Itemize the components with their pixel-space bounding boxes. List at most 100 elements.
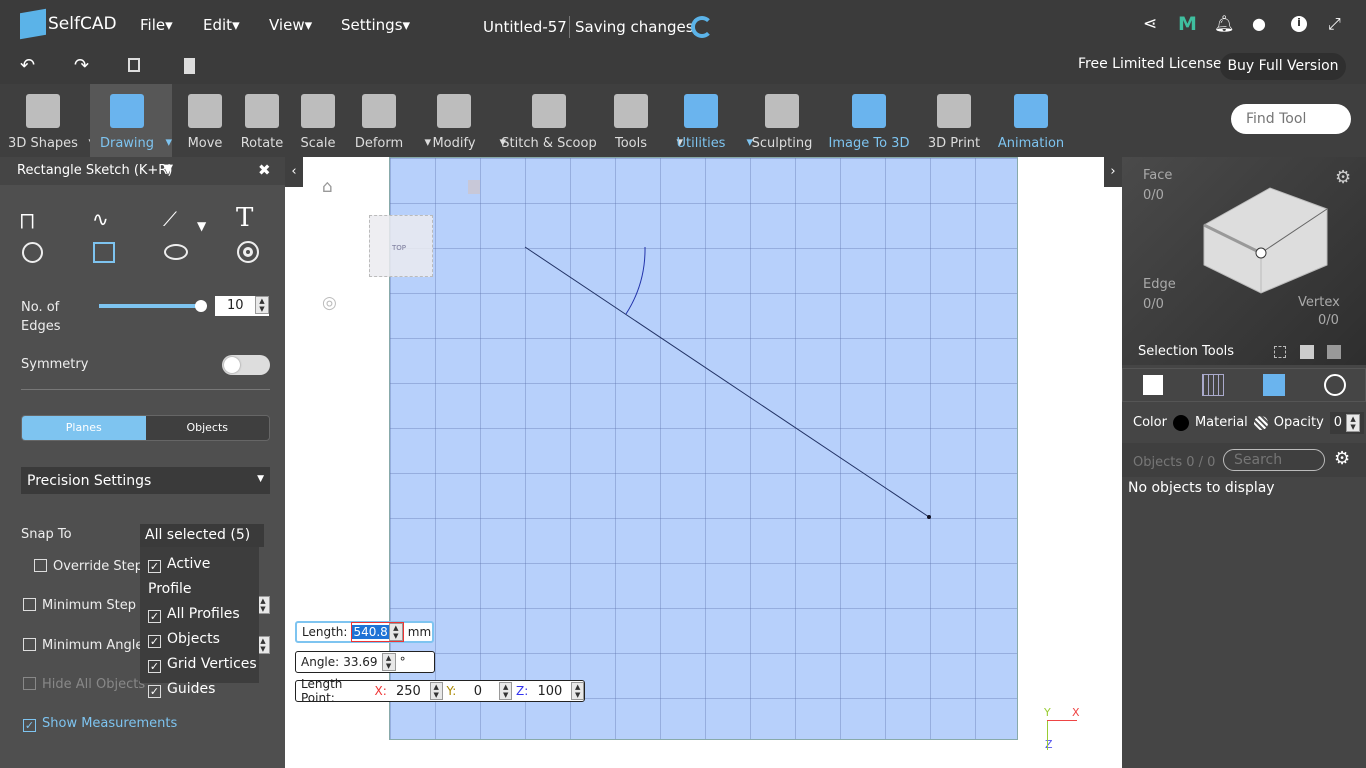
tool-3d-shapes[interactable]: 3D Shapes▾ xyxy=(0,84,95,157)
minimum-step-checkbox[interactable]: Minimum Step S xyxy=(23,598,148,613)
y-spinner[interactable]: ▲ ▼ xyxy=(499,682,512,700)
select-all-icon[interactable] xyxy=(1327,345,1341,359)
bezier-icon[interactable]: ⟋ xyxy=(163,207,177,231)
text-tool-icon[interactable]: T xyxy=(236,203,253,233)
view-cube[interactable]: TOP xyxy=(369,215,433,277)
menu-file[interactable]: File▾ xyxy=(140,16,173,34)
precision-settings-dropdown[interactable]: Precision Settings ▼ xyxy=(21,467,270,494)
edges-slider[interactable] xyxy=(99,300,207,312)
hide-all-objects-checkbox[interactable]: Hide All Objects xyxy=(23,677,145,692)
menu-edit[interactable]: Edit▾ xyxy=(203,16,240,34)
buy-full-version-button[interactable]: Buy Full Version xyxy=(1220,53,1346,80)
license-text: Free Limited License xyxy=(1078,56,1222,72)
vertex-label[interactable]: Vertex xyxy=(1298,295,1340,310)
3d-print-icon xyxy=(937,94,971,128)
ellipse-icon[interactable] xyxy=(164,244,188,260)
panel-title: Rectangle Sketch (K+R) xyxy=(17,163,173,178)
fullscreen-icon[interactable]: ⤢ xyxy=(1328,14,1341,34)
solid-view-icon[interactable] xyxy=(1142,375,1163,395)
snap-option-objects[interactable]: ✓ Objects xyxy=(148,627,251,652)
gear-icon[interactable]: ⚙ xyxy=(1335,167,1351,188)
override-step-checkbox[interactable]: Override Step xyxy=(34,559,143,574)
opacity-input[interactable]: 0 ▲ ▼ xyxy=(1329,411,1365,434)
angle-input[interactable]: 33.69 xyxy=(343,655,377,669)
orbit-icon[interactable]: ◎ xyxy=(322,293,337,313)
rectangle-icon[interactable] xyxy=(93,242,115,263)
tool-sculpting[interactable]: Sculpting xyxy=(734,84,830,157)
copy-icon[interactable] xyxy=(128,58,140,72)
share-icon[interactable]: ⋖ xyxy=(1143,14,1157,34)
curve-icon[interactable]: ∿ xyxy=(92,207,109,231)
redo-icon[interactable]: ↷ xyxy=(74,55,89,76)
objects-settings-gear-icon[interactable]: ⚙ xyxy=(1334,448,1350,469)
snap-option-all-profiles[interactable]: ✓ All Profiles xyxy=(148,602,251,627)
polyline-icon[interactable]: ⨅ xyxy=(20,211,34,232)
collapse-left-icon[interactable]: ‹ xyxy=(285,157,303,187)
tool-image-to-3d[interactable]: Image To 3D xyxy=(821,84,917,157)
vertex-count: 0/0 xyxy=(1318,313,1339,328)
select-cube-icon[interactable] xyxy=(1300,345,1314,359)
snap-option-grid-vertices[interactable]: ✓ Grid Vertices xyxy=(148,652,257,677)
edges-input[interactable]: 10 ▲ ▼ xyxy=(215,296,269,316)
axis-gizmo: Y X Z xyxy=(1044,706,1080,751)
circle-icon[interactable] xyxy=(22,242,43,263)
document-title[interactable]: Untitled-57 xyxy=(483,18,567,36)
x-input[interactable]: 250 xyxy=(391,684,426,699)
box-select-icon[interactable] xyxy=(1274,346,1286,358)
angle-unit: ° xyxy=(399,655,406,669)
sketch-grid-plane[interactable] xyxy=(389,157,1018,740)
tab-planes[interactable]: Planes xyxy=(22,416,146,440)
save-status: Saving changes xyxy=(575,18,694,36)
snap-to-dropdown[interactable]: All selected (5) ▾ xyxy=(140,524,264,559)
snap-option-guides[interactable]: ✓ Guides xyxy=(148,677,251,702)
tools-icon xyxy=(614,94,648,128)
length-point-box: Length Point: X: 250 ▲ ▼ Y: 0 ▲ ▼ Z: 100 ▲ ▼ xyxy=(295,677,585,705)
z-spinner[interactable]: ▲ ▼ xyxy=(571,682,584,700)
x-spinner[interactable]: ▲ ▼ xyxy=(429,682,443,700)
divider xyxy=(21,389,270,390)
bell-icon[interactable]: 🔔︎ xyxy=(1214,14,1234,33)
face-count: 0/0 xyxy=(1143,188,1164,203)
tool-stitch-scoop[interactable]: Stitch & Scoop xyxy=(501,84,597,157)
material-icon[interactable] xyxy=(1253,415,1268,430)
collapse-right-icon[interactable]: › xyxy=(1104,157,1122,187)
stitch-scoop-icon xyxy=(532,94,566,128)
slider-handle[interactable] xyxy=(195,300,207,312)
angle-spinner[interactable]: ▲ ▼ xyxy=(381,653,396,671)
user-icon[interactable]: ● xyxy=(1252,14,1266,33)
home-icon[interactable]: ⌂ xyxy=(322,177,333,197)
find-tool-input[interactable] xyxy=(1231,104,1351,134)
undo-icon[interactable]: ↶ xyxy=(20,55,35,76)
menu-view[interactable]: View▾ xyxy=(269,16,312,34)
utilities-icon xyxy=(684,94,718,128)
objects-search-input[interactable] xyxy=(1223,449,1325,471)
menu-settings[interactable]: Settings▾ xyxy=(341,16,410,34)
edge-label[interactable]: Edge xyxy=(1143,277,1176,292)
tool-animation[interactable]: Animation xyxy=(983,84,1079,157)
wireframe-view-icon[interactable] xyxy=(1201,374,1224,396)
collapse-triangle-icon[interactable]: ▼ xyxy=(163,162,173,177)
mesh-view-icon[interactable] xyxy=(1262,374,1285,396)
tool-modify[interactable]: Modify ▾ xyxy=(410,84,506,157)
color-swatch[interactable] xyxy=(1172,414,1189,431)
info-icon[interactable]: i xyxy=(1291,16,1307,32)
ring-icon[interactable] xyxy=(237,241,259,263)
color-label: Color xyxy=(1133,415,1167,430)
face-label[interactable]: Face xyxy=(1143,168,1172,183)
dropdown-arrow-icon[interactable]: ▼ xyxy=(197,219,206,233)
length-input[interactable]: 540.8 ▲ ▼ xyxy=(351,622,404,642)
sketch-panel: Rectangle Sketch (K+R) ▼ ✖ ⨅ ∿ ⟋ ▼ T No.… xyxy=(0,157,285,768)
y-input[interactable]: 0 xyxy=(460,684,495,699)
xray-view-icon[interactable] xyxy=(1323,374,1346,396)
delete-icon[interactable] xyxy=(184,58,195,74)
z-input[interactable]: 100 xyxy=(532,684,567,699)
minimum-angle-checkbox[interactable]: Minimum Angle xyxy=(23,638,143,653)
show-measurements-checkbox[interactable]: ✓ Show Measurements xyxy=(23,716,177,732)
tab-objects[interactable]: Objects xyxy=(145,416,269,440)
drawing-icon xyxy=(110,94,144,128)
angle-label: Angle: xyxy=(301,655,340,669)
symmetry-toggle[interactable] xyxy=(222,355,270,375)
m-icon[interactable]: M xyxy=(1178,13,1197,35)
close-icon[interactable]: ✖ xyxy=(258,161,271,179)
snap-option-active-profile[interactable]: ✓ Active Profile xyxy=(148,552,251,602)
